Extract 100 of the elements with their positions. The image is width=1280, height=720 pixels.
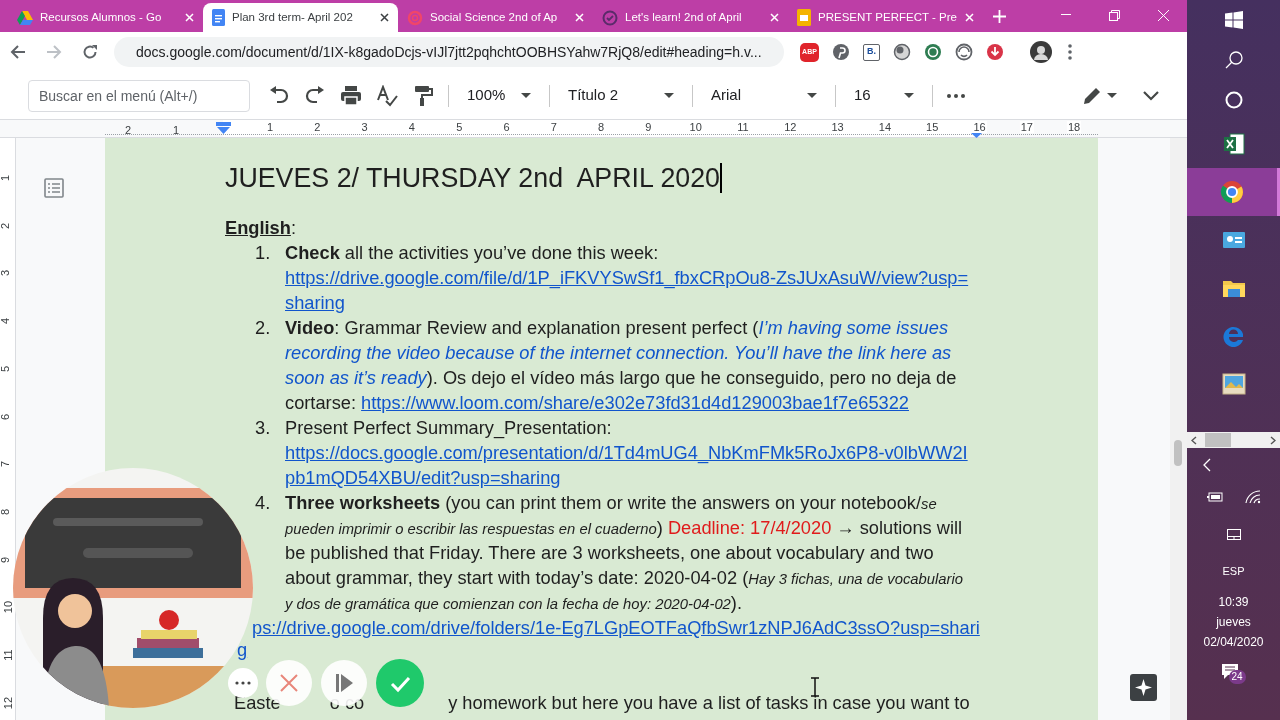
ruler-label: 6 (0, 413, 12, 420)
font-dropdown[interactable]: Arial (701, 80, 827, 111)
ruler-label: 1 (172, 123, 180, 138)
caret-icon (1107, 93, 1117, 98)
wifi-icon[interactable] (1244, 490, 1261, 504)
search-field[interactable]: Buscar en el menú (Alt+/) (28, 79, 250, 112)
ruler-label: 17 (1019, 121, 1034, 133)
paragraph-text: y homework but here you have a list of tasks in case you want to (448, 691, 970, 715)
minimize-icon[interactable] (1061, 14, 1071, 16)
ruler-label: 2 (0, 222, 12, 229)
bookmark-extension[interactable]: B. (863, 43, 880, 61)
spellcheck-icon[interactable] (376, 84, 398, 107)
paragraph-text: o co (329, 691, 365, 715)
knot-logo-icon (407, 9, 423, 26)
address-bar[interactable]: docs.google.com/document/d/1IX-k8gadoDcjs-vIJl7jtt2pqhchtOOBHSYahw7RjQ8/edit#heading=h.v... (114, 37, 784, 67)
font-size-dropdown[interactable]: 16 (844, 80, 924, 111)
spreadsheet-icon (1221, 132, 1246, 156)
horizontal-scrollbar[interactable] (1187, 432, 1280, 448)
menu-dots-icon[interactable] (1068, 44, 1072, 60)
back-arrow-icon[interactable] (10, 44, 26, 60)
ruler-label: 7 (0, 461, 12, 468)
caret-icon (807, 93, 817, 98)
ruler-label: 2 (124, 123, 132, 138)
restore-icon[interactable] (1109, 9, 1120, 21)
clock[interactable]: 10:39 jueves 02/04/2020 (1187, 592, 1280, 652)
browser-tab[interactable]: Recursos Alumnos - Go (8, 3, 203, 32)
browser-tab[interactable]: Let's learn! 2nd of April (593, 3, 788, 32)
section-heading: English: (225, 216, 296, 240)
link[interactable]: https://drive.google.com/file/d/1P_iFKVYSwSf1_fbxCRpOu8-ZsJUxAsuW/view?usp=sharing (285, 265, 972, 315)
browser-tab[interactable]: Plan 3rd term- April 202 (203, 3, 398, 32)
notification-count-badge: 24 (1228, 670, 1246, 684)
slides-icon (797, 9, 811, 26)
browser-tab[interactable]: Social Science 2nd of Ap (398, 3, 593, 32)
ruler-label: 5 (455, 121, 464, 133)
ruler-label: 3 (360, 121, 369, 133)
search-icon[interactable] (1224, 51, 1243, 69)
ruler-label: 4 (407, 121, 416, 133)
ruler-label: 9 (0, 556, 12, 563)
link[interactable]: g (237, 640, 248, 660)
ruler-label: 12 (783, 121, 798, 133)
paint-roller-icon[interactable] (412, 84, 434, 107)
ring-logo-icon (602, 9, 618, 26)
link[interactable]: https://docs.google.com/presentation/d/1Td4mUG4_NbKmFMk5RoJx6P8-v0lbWW2Ipb1mQD54XBU/edit?usp=sharing (285, 440, 972, 490)
circle-icon[interactable] (1224, 91, 1243, 109)
swirl-extension-icon[interactable] (955, 43, 973, 61)
ruler-label: 4 (0, 318, 12, 325)
ruler-label: 2 (313, 121, 322, 133)
ruler-label: 8 (597, 121, 606, 133)
outline-list-icon[interactable] (44, 178, 64, 198)
chevron-up-icon[interactable] (1143, 90, 1159, 101)
ruler-label: 6 (502, 121, 511, 133)
chevron-right-icon[interactable] (1270, 435, 1276, 445)
e-logo-icon (1221, 324, 1246, 348)
battery-icon[interactable] (1206, 492, 1223, 502)
list-item-text: Present Perfect Summary_Presentation: (285, 416, 613, 440)
ruler-label: 18 (1066, 121, 1082, 133)
language-indicator[interactable]: ESP (1222, 562, 1245, 580)
notifications-button[interactable]: 24 (1221, 664, 1246, 688)
list-number: 4. (255, 491, 272, 515)
caret-icon (521, 93, 531, 98)
ruler-label: 14 (877, 121, 892, 133)
text-cursor (720, 163, 722, 193)
touchpad-icon[interactable] (1226, 528, 1241, 540)
list-item-text: Three worksheets (you can print them or write the answers on your notebook/se pueden imprimir o escribir las respuestas en el cuaderno) Deadline: 17/4/2020 → solutions will be published that Friday. There are 3 worksheets, one about vocabulary and two about grammar, they start with today’s date: 2020-04-02 (Hay 3 fichas, una de vocabulario y dos de gramática que comienzan con la fecha de hoy: 2020-04-02). (285, 491, 964, 615)
indent-marker-icon[interactable] (216, 122, 231, 134)
ruler-label: 9 (644, 121, 653, 133)
list-item-text: Video: Grammar Review and explanation present perfect (I’m having some issues recording the video because of the internet connection. You’ll have the link here as soon as it’s ready). Os dejo el vídeo más largo que he conseguido, pero no deja de cortarse: https://www.loom.com/share/e302e73fd31d4d129003bae1f7e65322 (285, 316, 958, 415)
plus-icon[interactable] (993, 10, 1006, 23)
circle-extension-icon[interactable] (893, 43, 911, 61)
chevron-left-icon[interactable] (1191, 435, 1197, 445)
windows-logo-icon[interactable] (1224, 11, 1243, 29)
pencil-icon (1083, 86, 1101, 105)
document-title: JUEVES 2/ THURSDAY 2nd APRIL 2020 (225, 165, 720, 191)
scrollbar-thumb[interactable] (1174, 440, 1182, 466)
profile-avatar-icon[interactable] (1030, 41, 1052, 63)
ruler-label: 3 (0, 270, 12, 277)
ruler-label: 13 (830, 121, 845, 133)
browser-tab[interactable]: PRESENT PERFECT - Pre (788, 3, 983, 32)
more-dots-icon[interactable] (228, 668, 258, 698)
link[interactable]: https://www.loom.com/share/e302e73fd31d4d129003bae1f7e65322 (361, 392, 909, 413)
sparkle-button[interactable] (1130, 674, 1157, 701)
ruler-label: 10 (2, 601, 15, 614)
browser-logo-icon (1220, 180, 1244, 204)
photo-frame-icon (1221, 372, 1246, 396)
download-extension-icon[interactable] (986, 43, 1004, 61)
pin-circle-icon[interactable] (832, 43, 850, 61)
style-dropdown[interactable]: Título 2 (558, 80, 684, 111)
ruler-label: 5 (0, 365, 12, 372)
zoom-dropdown[interactable]: 100% (457, 80, 541, 111)
link[interactable]: ps://drive.google.com/drive/folders/1e-Eg7LGpEOTFaQfbSwr1zNPJ6AdC3ssO?usp=shari (252, 615, 980, 640)
list-number: 2. (255, 316, 272, 340)
print-icon[interactable] (340, 84, 362, 107)
editing-mode-button[interactable] (1083, 86, 1117, 105)
close-icon[interactable] (380, 13, 389, 22)
reload-icon[interactable] (82, 44, 98, 60)
ruler-label: 11 (1, 649, 14, 661)
list-item-text: Check all the activities you’ve done this week: (285, 241, 660, 265)
paragraph-text: Easte (234, 691, 281, 715)
more-dots-icon[interactable] (947, 93, 965, 98)
caret-icon (904, 93, 914, 98)
